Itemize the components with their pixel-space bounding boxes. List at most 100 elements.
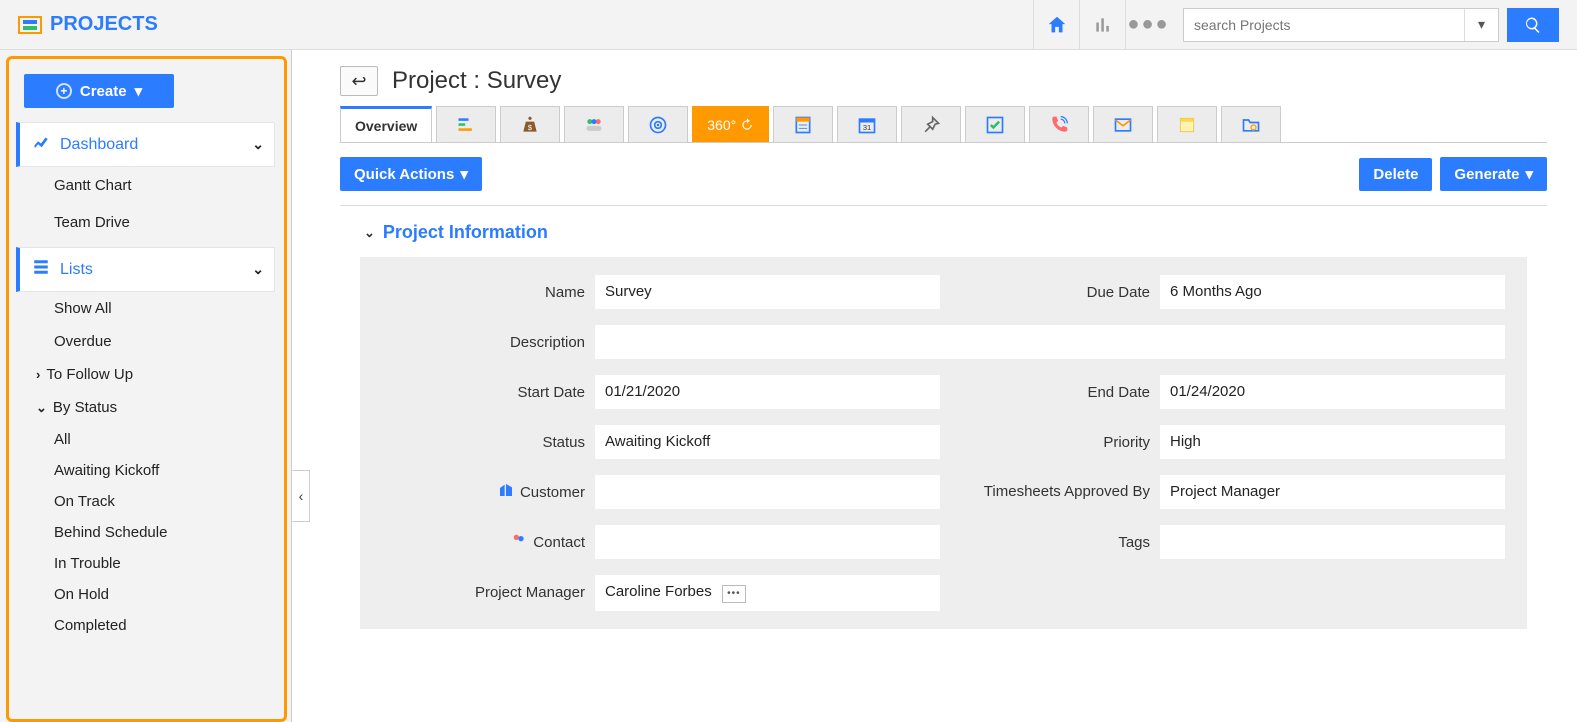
- chevron-right-icon: ›: [36, 367, 40, 382]
- nav-dashboard-label: Dashboard: [60, 136, 138, 154]
- status-all[interactable]: All: [6, 424, 285, 455]
- main: ↩ Project : Survey Overview $ 360°: [292, 50, 1577, 722]
- value-pm[interactable]: Caroline Forbes •••: [595, 575, 940, 611]
- svg-text:31: 31: [863, 123, 871, 132]
- label-end-date: End Date: [950, 384, 1150, 401]
- nav-showall[interactable]: Show All: [6, 292, 285, 325]
- status-ontrack[interactable]: On Track: [6, 486, 285, 517]
- value-customer[interactable]: [595, 475, 940, 509]
- project-info-grid: Name Survey Due Date 6 Months Ago Descri…: [360, 257, 1527, 629]
- value-status[interactable]: Awaiting Kickoff: [595, 425, 940, 459]
- nav-tofollowup-label: To Follow Up: [46, 366, 133, 383]
- generate-label: Generate: [1454, 166, 1519, 183]
- tab-gantt-icon[interactable]: [436, 106, 496, 142]
- value-contact[interactable]: [595, 525, 940, 559]
- chevron-down-icon: ⌄: [252, 136, 264, 153]
- linechart-icon: [32, 133, 50, 156]
- tabstrip: Overview $ 360° 31: [340, 106, 1547, 143]
- pm-more-button[interactable]: •••: [722, 585, 746, 603]
- label-customer-text: Customer: [520, 484, 585, 501]
- value-pm-text: Caroline Forbes: [605, 583, 712, 600]
- quick-actions-button[interactable]: Quick Actions ▾: [340, 157, 482, 191]
- status-onhold[interactable]: On Hold: [6, 579, 285, 610]
- nav-bystatus-label: By Status: [53, 399, 117, 416]
- tab-folder-icon[interactable]: [1221, 106, 1281, 142]
- tab-360[interactable]: 360°: [692, 106, 769, 142]
- sidebar: + Create ▾ Dashboard ⌄ Gantt Chart Team …: [0, 50, 292, 722]
- nav-lists[interactable]: Lists ⌄: [16, 247, 275, 292]
- value-description[interactable]: [595, 325, 1505, 359]
- tab-phone-icon[interactable]: [1029, 106, 1089, 142]
- status-behind[interactable]: Behind Schedule: [6, 517, 285, 548]
- label-timesheets: Timesheets Approved By: [950, 483, 1150, 501]
- value-timesheets[interactable]: Project Manager: [1160, 475, 1505, 509]
- tab-invoice-icon[interactable]: [773, 106, 833, 142]
- chevron-down-icon: ⌄: [252, 261, 264, 278]
- nav-dashboard[interactable]: Dashboard ⌄: [16, 122, 275, 167]
- people-icon: [511, 532, 527, 552]
- chevron-down-icon: ⌄: [364, 225, 375, 241]
- tab-pin-icon[interactable]: [901, 106, 961, 142]
- value-name[interactable]: Survey: [595, 275, 940, 309]
- topbar: PROJECTS ●●● ▾: [0, 0, 1577, 50]
- tab-360-label: 360°: [707, 117, 736, 133]
- caret-down-icon: ▾: [1525, 165, 1533, 183]
- generate-button[interactable]: Generate ▾: [1440, 157, 1547, 191]
- caret-down-icon: ▾: [135, 82, 143, 100]
- label-contact: Contact: [400, 532, 585, 552]
- quick-actions-label: Quick Actions: [354, 166, 454, 183]
- home-icon[interactable]: [1033, 0, 1079, 49]
- search-button[interactable]: [1507, 8, 1559, 42]
- tab-check-icon[interactable]: [965, 106, 1025, 142]
- label-start-date: Start Date: [400, 384, 585, 401]
- value-due-date[interactable]: 6 Months Ago: [1160, 275, 1505, 309]
- label-tags: Tags: [950, 534, 1150, 551]
- label-status: Status: [400, 434, 585, 451]
- value-priority[interactable]: High: [1160, 425, 1505, 459]
- search-caret-icon[interactable]: ▾: [1464, 9, 1498, 41]
- section-project-info-label: Project Information: [383, 222, 548, 243]
- caret-down-icon: ▾: [460, 165, 468, 183]
- nav-teamdrive[interactable]: Team Drive: [6, 204, 285, 241]
- tab-money-icon[interactable]: $: [500, 106, 560, 142]
- chart-icon[interactable]: [1079, 0, 1125, 49]
- tab-mail-icon[interactable]: [1093, 106, 1153, 142]
- create-button[interactable]: + Create ▾: [24, 74, 174, 108]
- chevron-down-icon: ⌄: [36, 400, 47, 416]
- value-tags[interactable]: [1160, 525, 1505, 559]
- nav-bystatus[interactable]: ⌄ By Status: [6, 391, 285, 424]
- label-pm: Project Manager: [400, 584, 585, 601]
- section-project-info[interactable]: ⌄ Project Information: [364, 222, 1547, 243]
- brand[interactable]: PROJECTS: [8, 13, 158, 36]
- tab-overview[interactable]: Overview: [340, 106, 432, 142]
- label-contact-text: Contact: [533, 534, 585, 551]
- label-customer: Customer: [400, 482, 585, 502]
- search-input[interactable]: [1184, 17, 1464, 33]
- label-due-date: Due Date: [950, 284, 1150, 301]
- back-button[interactable]: ↩: [340, 66, 378, 96]
- page-title: Project : Survey: [392, 67, 561, 95]
- sidebar-collapse-handle[interactable]: ‹: [292, 470, 310, 522]
- status-introuble[interactable]: In Trouble: [6, 548, 285, 579]
- create-label: Create: [80, 83, 127, 100]
- value-end-date[interactable]: 01/24/2020: [1160, 375, 1505, 409]
- label-priority: Priority: [950, 434, 1150, 451]
- value-start-date[interactable]: 01/21/2020: [595, 375, 940, 409]
- plus-icon: +: [56, 83, 72, 99]
- building-icon: [498, 482, 514, 502]
- tab-team-icon[interactable]: [564, 106, 624, 142]
- status-completed[interactable]: Completed: [6, 610, 285, 641]
- delete-button[interactable]: Delete: [1359, 158, 1432, 191]
- tab-calendar-icon[interactable]: 31: [837, 106, 897, 142]
- status-awaiting[interactable]: Awaiting Kickoff: [6, 455, 285, 486]
- tab-note-icon[interactable]: [1157, 106, 1217, 142]
- nav-overdue[interactable]: Overdue: [6, 325, 285, 358]
- label-name: Name: [400, 284, 585, 301]
- nav-lists-label: Lists: [60, 261, 93, 279]
- search-box[interactable]: ▾: [1183, 8, 1499, 42]
- nav-tofollowup[interactable]: › To Follow Up: [6, 358, 285, 391]
- more-icon[interactable]: ●●●: [1125, 0, 1171, 49]
- nav-gantt[interactable]: Gantt Chart: [6, 167, 285, 204]
- tab-target-icon[interactable]: [628, 106, 688, 142]
- grid-icon: [32, 258, 50, 281]
